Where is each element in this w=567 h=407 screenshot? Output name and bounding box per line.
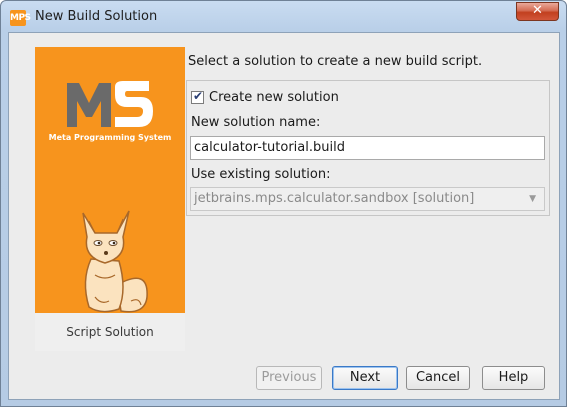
next-button[interactable]: Next: [332, 366, 398, 390]
create-new-solution-checkbox[interactable]: ✔: [191, 89, 204, 104]
existing-solution-value: jetbrains.mps.calculator.sandbox [soluti…: [194, 191, 475, 206]
previous-button[interactable]: Previous: [256, 366, 322, 390]
wizard-banner: Meta Programming System Script Solution: [35, 47, 185, 351]
new-solution-name-label: New solution name:: [191, 115, 321, 130]
instruction-text: Select a solution to create a new build …: [188, 54, 483, 69]
logo-subtitle: Meta Programming System: [48, 133, 172, 142]
new-solution-name-input[interactable]: calculator-tutorial.build: [190, 136, 545, 160]
checkmark-icon: ✔: [193, 89, 204, 103]
cancel-button[interactable]: Cancel: [406, 366, 470, 390]
dialog-content: Meta Programming System Script Solution …: [8, 32, 560, 400]
dialog-window: MPS New Build Solution ✕ Meta Programmin…: [0, 0, 567, 407]
fox-mascot-icon: [82, 210, 148, 313]
window-title: New Build Solution: [35, 9, 158, 24]
mps-logo: [67, 81, 153, 127]
use-existing-solution-label: Use existing solution:: [191, 167, 331, 182]
help-button[interactable]: Help: [482, 366, 545, 390]
solution-options-group: ✔ Create new solution New solution name:…: [186, 80, 550, 216]
mps-app-icon: MPS: [10, 10, 31, 26]
panel-footer-label: Script Solution: [35, 313, 185, 351]
title-bar[interactable]: MPS New Build Solution ✕: [1, 1, 566, 33]
dropdown-arrow-icon: ▼: [529, 194, 536, 204]
close-icon: ✕: [532, 3, 543, 18]
create-new-solution-label[interactable]: Create new solution: [209, 90, 339, 105]
existing-solution-select[interactable]: jetbrains.mps.calculator.sandbox [soluti…: [190, 187, 545, 211]
close-button[interactable]: ✕: [516, 2, 559, 21]
